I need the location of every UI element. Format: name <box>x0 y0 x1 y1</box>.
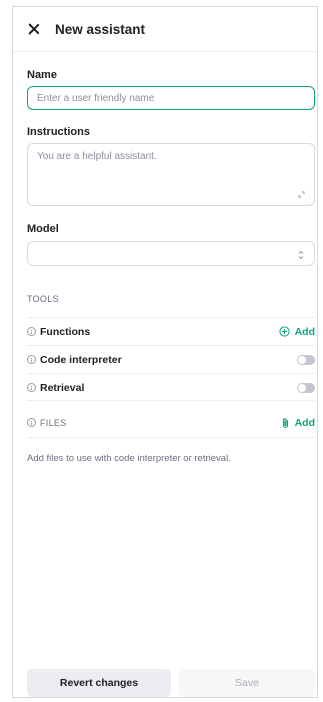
model-select[interactable] <box>27 241 315 266</box>
header-divider <box>13 51 317 52</box>
instructions-field-wrapper <box>27 143 315 206</box>
files-section-label: FILES <box>40 417 67 428</box>
add-file-button[interactable]: Add <box>281 417 315 429</box>
plus-circle-icon <box>278 326 290 337</box>
chevron-up-down-icon <box>298 250 304 260</box>
instructions-label: Instructions <box>27 126 90 138</box>
info-icon[interactable] <box>27 383 36 392</box>
name-input[interactable] <box>28 87 314 109</box>
tool-label-functions: Functions <box>40 325 91 338</box>
info-icon[interactable] <box>27 355 36 364</box>
close-icon[interactable] <box>27 22 41 36</box>
paperclip-icon <box>282 417 288 428</box>
tool-row-functions: Functions Add <box>27 318 315 345</box>
save-button[interactable]: Save <box>179 669 315 697</box>
instructions-textarea[interactable] <box>28 144 314 205</box>
resize-handle-icon[interactable] <box>298 191 305 198</box>
panel-header: New assistant <box>13 7 317 51</box>
assistant-editor-panel: New assistant Name Instructions Model TO… <box>12 6 318 698</box>
name-label: Name <box>27 69 57 81</box>
model-label: Model <box>27 223 59 235</box>
info-icon[interactable] <box>27 418 36 427</box>
row-divider <box>27 400 315 401</box>
tool-label-code-interpreter: Code interpreter <box>40 353 122 366</box>
retrieval-toggle[interactable] <box>297 382 315 393</box>
row-divider <box>27 437 315 438</box>
files-row: FILES Add <box>27 409 315 436</box>
tool-row-code-interpreter: Code interpreter <box>27 346 315 373</box>
page-title: New assistant <box>55 21 146 37</box>
add-file-label: Add <box>294 416 315 429</box>
tool-label-retrieval: Retrieval <box>40 381 85 394</box>
files-hint-text: Add files to use with code interpreter o… <box>27 453 231 464</box>
add-function-label: Add <box>294 325 315 338</box>
tool-row-retrieval: Retrieval <box>27 374 315 401</box>
add-function-button[interactable]: Add <box>278 325 315 338</box>
info-icon[interactable] <box>27 327 36 336</box>
revert-changes-button[interactable]: Revert changes <box>27 669 171 697</box>
tools-section-label: TOOLS <box>27 294 59 304</box>
code-interpreter-toggle[interactable] <box>297 354 315 365</box>
name-field-wrapper <box>27 86 315 110</box>
